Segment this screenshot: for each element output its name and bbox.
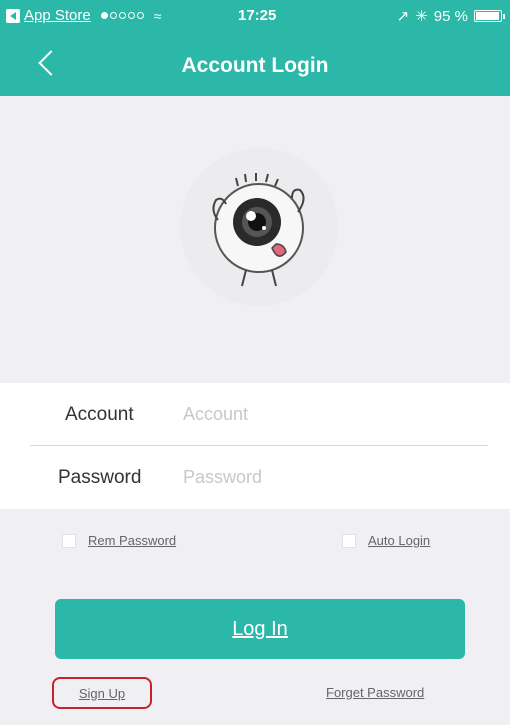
remember-password-option[interactable]: Rem Password bbox=[62, 533, 176, 548]
auto-login-option[interactable]: Auto Login bbox=[342, 533, 430, 548]
login-button[interactable]: Log In bbox=[55, 599, 465, 659]
wifi-icon: ≈ bbox=[153, 7, 162, 24]
back-to-app-link[interactable]: App Store ≈ bbox=[6, 7, 161, 24]
password-input[interactable] bbox=[183, 461, 463, 493]
login-form: Account Password bbox=[0, 383, 510, 509]
battery-icon bbox=[474, 10, 505, 22]
auto-login-checkbox[interactable] bbox=[342, 533, 356, 548]
back-app-label: App Store bbox=[24, 7, 91, 24]
status-bar: App Store ≈ 17:25 ↗ ✳ 95 % bbox=[0, 0, 510, 30]
status-time: 17:25 bbox=[238, 7, 277, 24]
password-label: Password bbox=[58, 467, 142, 488]
signal-icon bbox=[100, 12, 144, 19]
forget-password-link[interactable]: Forget Password bbox=[326, 685, 424, 700]
eyeball-mascot-icon bbox=[212, 173, 305, 287]
password-row: Password bbox=[0, 446, 510, 508]
account-input[interactable] bbox=[183, 398, 463, 430]
page-title: Account Login bbox=[181, 54, 329, 77]
account-label: Account bbox=[65, 404, 134, 425]
sign-up-link[interactable]: Sign Up bbox=[52, 677, 152, 709]
account-row: Account bbox=[0, 383, 510, 445]
battery-percent: 95 % bbox=[433, 7, 468, 25]
back-app-icon bbox=[6, 8, 20, 23]
remember-password-checkbox[interactable] bbox=[62, 533, 76, 548]
auto-login-label[interactable]: Auto Login bbox=[368, 533, 430, 548]
avatar bbox=[180, 148, 338, 306]
bluetooth-icon: ✳ bbox=[415, 8, 428, 25]
status-right: ↗ ✳ 95 % bbox=[396, 7, 505, 25]
location-icon: ↗ bbox=[396, 8, 410, 25]
navigation-bar: Account Login bbox=[0, 30, 510, 96]
remember-password-label[interactable]: Rem Password bbox=[88, 533, 176, 548]
